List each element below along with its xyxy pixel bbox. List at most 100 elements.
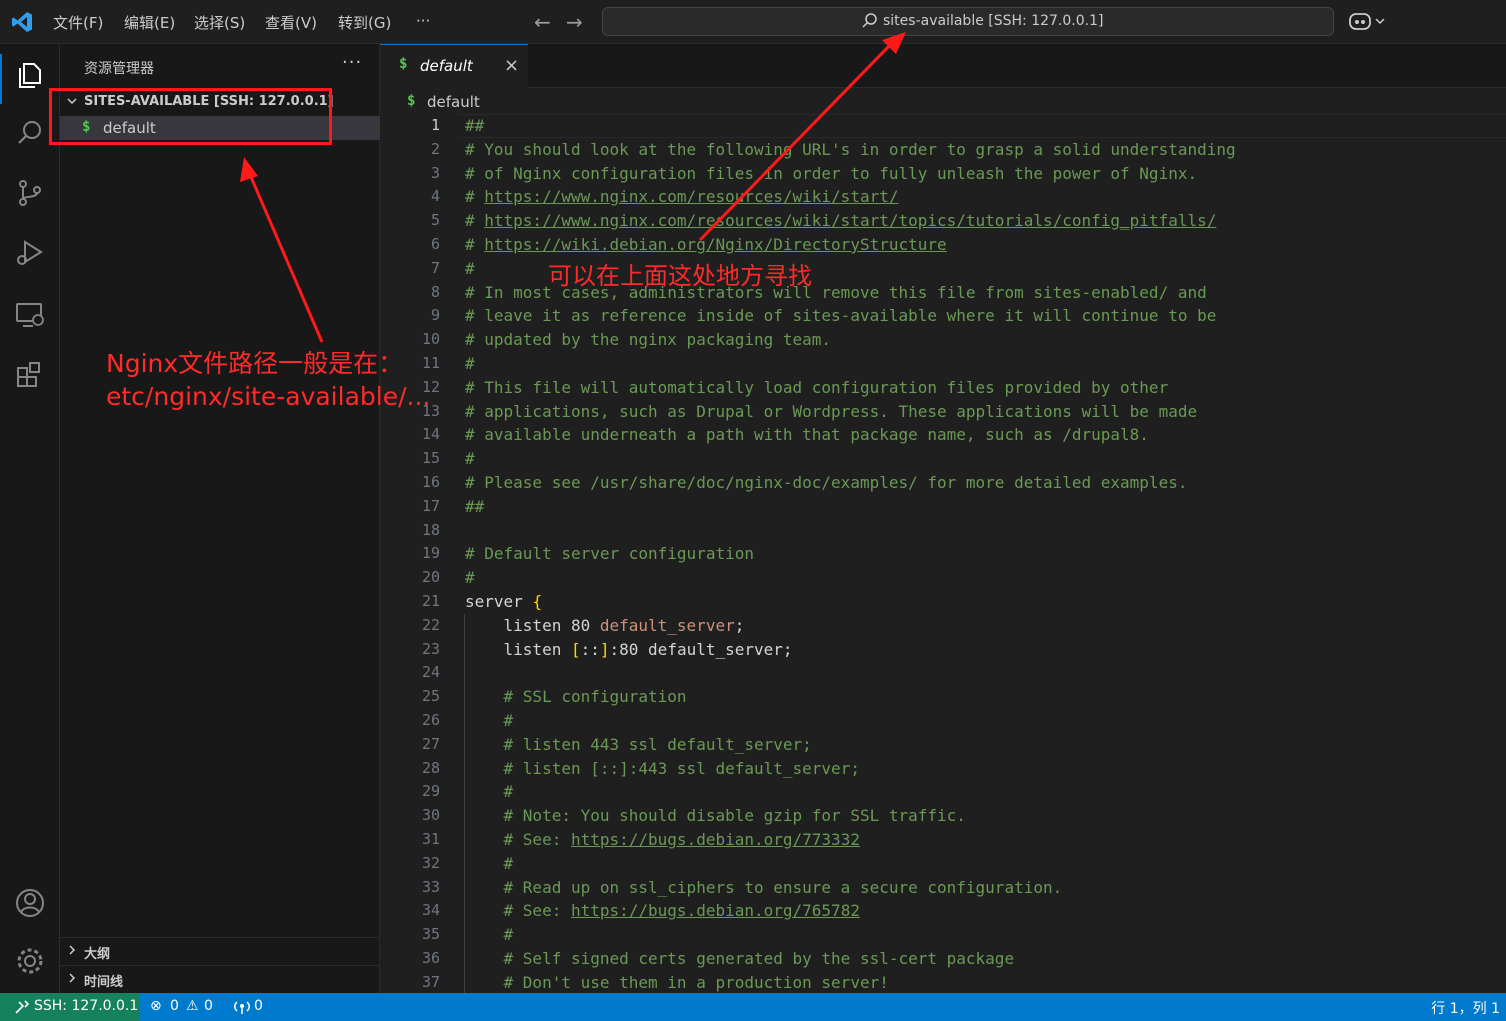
error-count[interactable]: 0 bbox=[170, 998, 179, 1014]
menu-go[interactable]: 转到(G) bbox=[338, 12, 391, 33]
remote-explorer-icon[interactable] bbox=[13, 298, 47, 332]
search-icon[interactable] bbox=[13, 116, 47, 150]
error-icon[interactable]: ⊗ bbox=[150, 998, 162, 1014]
code-line: # See: https://bugs.debian.org/765782 bbox=[465, 901, 860, 921]
code-line: # https://www.nginx.com/resources/wiki/s… bbox=[465, 187, 899, 207]
code-line: # SSL configuration bbox=[465, 687, 687, 707]
tab-label: default bbox=[420, 57, 473, 75]
annotation-top-note: 可以在上面这处地方寻找 bbox=[548, 262, 812, 290]
breadcrumb-item[interactable]: default bbox=[427, 93, 480, 111]
menu-view[interactable]: 查看(V) bbox=[265, 12, 317, 33]
annotation-path-line1: Nginx文件路径一般是在： bbox=[106, 349, 404, 378]
remote-indicator[interactable]: SSH: 127.0.0.1 bbox=[0, 993, 140, 1021]
warning-icon[interactable]: ⚠ bbox=[186, 998, 199, 1014]
line-number: 1 bbox=[430, 116, 440, 134]
line-number: 4 bbox=[430, 187, 440, 206]
run-debug-icon[interactable] bbox=[13, 236, 47, 270]
line-number: 2 bbox=[430, 139, 440, 158]
line-number: 22 bbox=[421, 615, 440, 634]
code-line: # bbox=[465, 782, 514, 802]
code-content[interactable]: ## # You should look at the following URL… bbox=[465, 114, 1236, 993]
line-number: 26 bbox=[421, 710, 440, 729]
line-number: 6 bbox=[430, 234, 440, 253]
tab-default[interactable]: $ default × bbox=[380, 44, 528, 88]
outline-label: 大纲 bbox=[84, 947, 111, 962]
code-line: # https://www.nginx.com/resources/wiki/s… bbox=[465, 211, 1217, 231]
code-line: # bbox=[465, 925, 514, 945]
code-line: server { bbox=[465, 591, 543, 611]
code-line: # Self signed certs generated by the ssl… bbox=[465, 948, 1015, 968]
menu-selection[interactable]: 选择(S) bbox=[194, 12, 245, 33]
code-line: # updated by the nginx packaging team. bbox=[465, 330, 832, 350]
active-indicator bbox=[0, 54, 2, 104]
ports-icon[interactable] bbox=[233, 999, 251, 1015]
close-icon[interactable]: × bbox=[504, 55, 519, 76]
command-center-label: sites-available [SSH: 127.0.0.1] bbox=[883, 13, 1104, 29]
settings-gear-icon[interactable] bbox=[13, 944, 47, 978]
menu-edit[interactable]: 编辑(E) bbox=[124, 12, 175, 33]
code-line: # See: https://bugs.debian.org/773332 bbox=[465, 829, 860, 849]
more-actions-icon[interactable]: ··· bbox=[342, 52, 362, 73]
code-line: # applications, such as Drupal or Wordpr… bbox=[465, 401, 1198, 421]
line-number: 14 bbox=[421, 425, 440, 444]
outline-section[interactable]: 大纲 bbox=[60, 937, 380, 965]
code-editor[interactable]: 1 2 3 4 5 6 7 8 9 10 11 12 13 14 15 16 17 18 19 20 21 22 23 24 2… bbox=[380, 114, 1506, 993]
accounts-icon[interactable] bbox=[13, 886, 47, 920]
line-number: 33 bbox=[421, 877, 440, 896]
code-line: # This file will automatically load conf… bbox=[465, 377, 1169, 397]
line-number: 5 bbox=[430, 211, 440, 230]
remote-icon bbox=[15, 1000, 30, 1014]
line-number: 19 bbox=[421, 544, 440, 563]
code-line: # Please see /usr/share/doc/nginx-doc/ex… bbox=[465, 472, 1188, 492]
code-line: # available underneath a path with that … bbox=[465, 425, 1149, 445]
code-line: # Read up on ssl_ciphers to ensure a sec… bbox=[465, 877, 1063, 897]
code-line: # bbox=[465, 353, 475, 373]
code-line: # bbox=[465, 853, 514, 873]
warning-count[interactable]: 0 bbox=[204, 998, 213, 1014]
code-line: ## bbox=[465, 116, 485, 135]
forward-arrow-icon[interactable]: → bbox=[566, 10, 583, 34]
timeline-label: 时间线 bbox=[84, 975, 124, 990]
code-line: # https://wiki.debian.org/Nginx/Director… bbox=[465, 234, 947, 254]
line-number: 31 bbox=[421, 829, 440, 848]
highlight-box bbox=[49, 88, 332, 145]
line-number: 36 bbox=[421, 948, 440, 967]
line-number: 35 bbox=[421, 925, 440, 944]
code-line: # Default server configuration bbox=[465, 544, 754, 564]
menu-file[interactable]: 文件(F) bbox=[53, 12, 103, 33]
explorer-title: 资源管理器 bbox=[84, 61, 154, 77]
cursor-position[interactable]: 行 1，列 1 bbox=[1431, 998, 1500, 1018]
code-line: # Don't use them in a production server! bbox=[465, 972, 889, 992]
search-icon bbox=[862, 13, 877, 28]
line-number: 25 bbox=[421, 687, 440, 706]
code-line: # You should look at the following URL's… bbox=[465, 139, 1236, 159]
command-center[interactable]: sites-available [SSH: 127.0.0.1] bbox=[602, 7, 1334, 36]
line-number: 8 bbox=[430, 282, 440, 301]
remote-label: SSH: 127.0.0.1 bbox=[34, 998, 139, 1014]
back-arrow-icon[interactable]: ← bbox=[534, 10, 551, 34]
line-number: 27 bbox=[421, 734, 440, 753]
explorer-icon[interactable] bbox=[13, 58, 47, 92]
menu-more[interactable]: ··· bbox=[416, 12, 430, 30]
copilot-icon[interactable] bbox=[1348, 10, 1388, 32]
line-number: 16 bbox=[421, 472, 440, 491]
extensions-icon[interactable] bbox=[13, 358, 47, 392]
status-bar: SSH: 127.0.0.1 ⊗ 0 ⚠ 0 0 行 1，列 1 bbox=[0, 993, 1506, 1021]
line-number: 15 bbox=[421, 449, 440, 468]
line-number: 20 bbox=[421, 568, 440, 587]
line-number: 30 bbox=[421, 806, 440, 825]
code-line: # listen 443 ssl default_server; bbox=[465, 734, 812, 754]
ports-count[interactable]: 0 bbox=[254, 998, 263, 1014]
timeline-section[interactable]: 时间线 bbox=[60, 965, 380, 993]
code-line: # Note: You should disable gzip for SSL … bbox=[465, 806, 966, 826]
code-line: listen 80 default_server; bbox=[465, 615, 745, 635]
chevron-right-icon bbox=[69, 973, 76, 983]
shell-file-icon: $ bbox=[407, 93, 416, 109]
line-number: 3 bbox=[430, 163, 440, 182]
line-number: 37 bbox=[421, 972, 440, 991]
line-number-gutter: 1 2 3 4 5 6 7 8 9 10 11 12 13 14 15 16 17 18 19 20 21 22 23 24 2… bbox=[380, 114, 440, 993]
line-number: 7 bbox=[430, 258, 440, 277]
code-line: # listen [::]:443 ssl default_server; bbox=[465, 758, 860, 778]
source-control-icon[interactable] bbox=[13, 176, 47, 210]
